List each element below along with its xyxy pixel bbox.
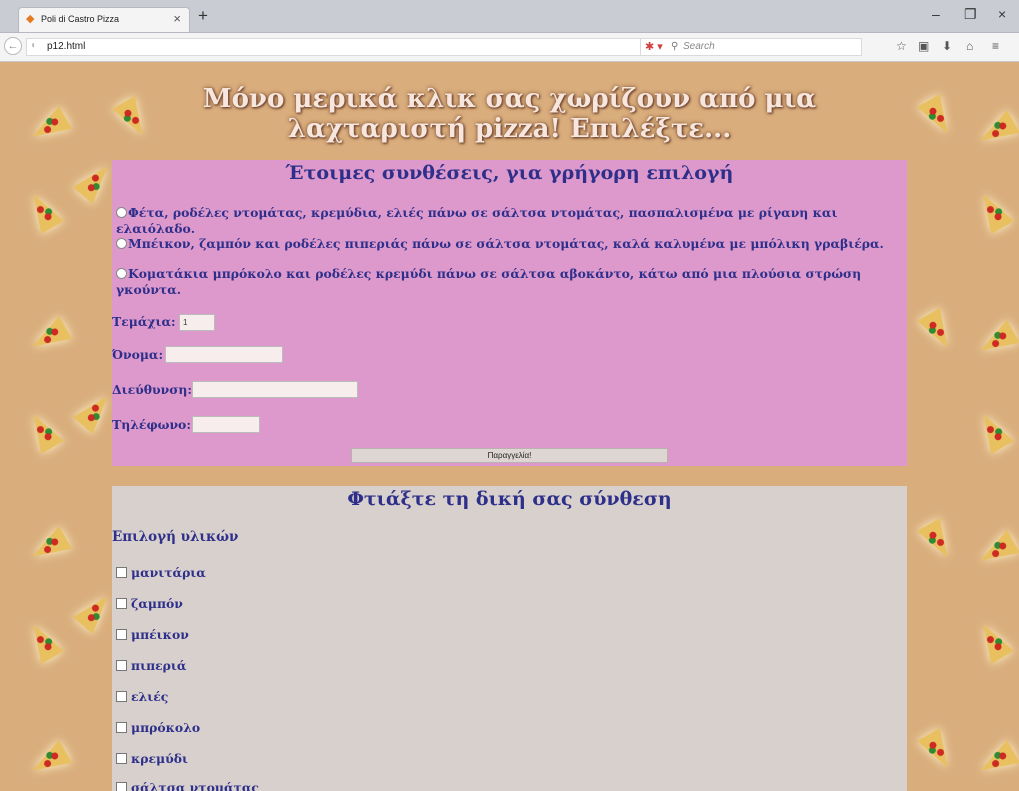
bookmark-star-icon[interactable]: ☆ — [896, 39, 907, 53]
phone-label: Τηλέφωνο: — [112, 417, 191, 432]
pizza-slice-icon — [22, 408, 64, 454]
custom-pizza-heading: Φτιάξτε τη δική σας σύνθεση — [347, 488, 672, 510]
order-button[interactable]: Παραγγελία! — [351, 448, 668, 463]
magnifier-icon: ⚲ — [671, 41, 679, 52]
ingredient-checkbox-item[interactable]: μπέικον — [116, 627, 189, 642]
pizza-slice-icon — [22, 618, 64, 664]
minimize-icon[interactable]: – — [932, 6, 940, 22]
search-engine-icon[interactable]: ✱ ▾ — [645, 40, 663, 53]
ready-pizzas-panel: Έτοιμες συνθέσεις, για γρήγορη επιλογή Φ… — [112, 160, 907, 466]
ingredient-label: μανιτάρια — [131, 565, 206, 580]
pizza-slice-icon — [974, 530, 1019, 572]
pizza-slice-icon — [917, 308, 959, 354]
ingredient-label: ελιές — [131, 689, 169, 704]
tab-strip: ◆ Poli di Castro Pizza × + – ❐ × — [0, 0, 1019, 33]
pizza-slice-icon — [974, 740, 1019, 782]
phone-field[interactable] — [192, 416, 260, 433]
browser-tab[interactable]: ◆ Poli di Castro Pizza × — [18, 7, 190, 32]
address-label: Διεύθυνση: — [112, 382, 192, 397]
pizza-slice-icon — [72, 588, 118, 634]
checkbox[interactable] — [116, 782, 127, 791]
pizza-slice-icon — [26, 106, 72, 148]
pizza-slice-icon — [26, 316, 72, 358]
navigation-bar: ← ◐ p12.html ⟳ ✱ ▾ ⚲ Search ☆ ▣ ⬇ ⌂ ≡ — [0, 33, 1019, 62]
pizza-slice-icon — [972, 618, 1014, 664]
page-title: Μόνο μερικά κλικ σας χωρίζουν από μια λα… — [202, 84, 817, 144]
ingredients-heading: Επιλογή υλικών — [112, 529, 239, 545]
ingredient-checkbox-item[interactable]: σάλτσα ντομάτας — [116, 780, 259, 791]
reading-list-icon[interactable]: ▣ — [918, 39, 929, 53]
pizza-option-2[interactable]: Μπέικον, ζαμπόν και ροδέλες πιπεριάς πάν… — [116, 236, 884, 252]
pizza-slice-icon — [917, 94, 959, 140]
name-field[interactable] — [165, 346, 283, 363]
pieces-label: Τεμάχια: — [112, 314, 176, 329]
radio-button[interactable] — [116, 268, 127, 279]
pizza-slice-icon — [26, 740, 72, 782]
maximize-icon[interactable]: ❐ — [964, 6, 977, 23]
pizza-option-3[interactable]: Κοματάκια μπρόκολο και ροδέλες κρεμύδι π… — [116, 266, 886, 298]
checkbox[interactable] — [116, 567, 127, 578]
close-tab-icon[interactable]: × — [173, 11, 181, 26]
ingredient-checkbox-item[interactable]: ζαμπόν — [116, 596, 183, 611]
custom-pizza-panel: Φτιάξτε τη δική σας σύνθεση Επιλογή υλικ… — [112, 486, 907, 791]
ingredient-label: μπέικον — [131, 627, 189, 642]
checkbox[interactable] — [116, 722, 127, 733]
ingredient-checkbox-item[interactable]: κρεμύδι — [116, 751, 188, 766]
new-tab-icon[interactable]: + — [198, 6, 208, 26]
ingredient-checkbox-item[interactable]: μπρόκολο — [116, 720, 200, 735]
pizza-slice-icon — [22, 188, 64, 234]
pizza-slice-icon — [974, 320, 1019, 362]
pizza-option-label: Φέτα, ροδέλες ντομάτας, κρεμύδια, ελιές … — [116, 205, 838, 236]
pizza-slice-icon — [972, 408, 1014, 454]
pizza-slice-icon — [974, 110, 1019, 152]
pizza-option-label: Κοματάκια μπρόκολο και ροδέλες κρεμύδι π… — [116, 266, 862, 297]
download-icon[interactable]: ⬇ — [942, 39, 952, 53]
home-icon[interactable]: ⌂ — [966, 39, 973, 53]
ready-pizzas-heading: Έτοιμες συνθέσεις, για γρήγορη επιλογή — [285, 162, 734, 184]
checkbox[interactable] — [116, 691, 127, 702]
url-text: p12.html — [47, 41, 86, 52]
checkbox[interactable] — [116, 598, 127, 609]
page-viewport: Μόνο μερικά κλικ σας χωρίζουν από μια λα… — [0, 62, 1019, 791]
ingredient-checkbox-item[interactable]: ελιές — [116, 689, 168, 704]
pizza-slice-icon — [972, 188, 1014, 234]
search-placeholder: Search — [683, 41, 715, 52]
radio-button[interactable] — [116, 207, 127, 218]
pizza-option-1[interactable]: Φέτα, ροδέλες ντομάτας, κρεμύδια, ελιές … — [116, 205, 907, 237]
pizza-slice-icon — [917, 518, 959, 564]
pieces-field[interactable]: 1 — [179, 314, 215, 331]
ingredient-checkbox-item[interactable]: μανιτάρια — [116, 565, 206, 580]
pizza-option-label: Μπέικον, ζαμπόν και ροδέλες πιπεριάς πάν… — [128, 236, 884, 251]
page-info-icon[interactable]: ◐ — [31, 40, 37, 51]
pizza-slice-icon — [26, 526, 72, 568]
ingredient-label: κρεμύδι — [131, 751, 188, 766]
menu-icon[interactable]: ≡ — [992, 39, 999, 53]
ingredient-label: ζαμπόν — [131, 596, 183, 611]
search-input[interactable]: ✱ ▾ ⚲ Search — [640, 38, 862, 56]
radio-button[interactable] — [116, 238, 127, 249]
name-label: Όνομα: — [112, 347, 164, 362]
checkbox[interactable] — [116, 629, 127, 640]
checkbox[interactable] — [116, 660, 127, 671]
pizza-slice-icon — [917, 728, 959, 774]
checkbox[interactable] — [116, 753, 127, 764]
url-bar[interactable]: ◐ p12.html ⟳ — [26, 38, 676, 56]
back-arrow-icon[interactable]: ← — [4, 37, 22, 55]
close-window-icon[interactable]: × — [998, 6, 1006, 22]
ingredient-label: σάλτσα ντομάτας — [131, 780, 259, 791]
ingredient-label: μπρόκολο — [131, 720, 201, 735]
pizza-favicon-icon: ◆ — [26, 13, 35, 25]
ingredient-checkbox-item[interactable]: πιπεριά — [116, 658, 186, 673]
ingredient-label: πιπεριά — [131, 658, 187, 673]
tab-title: Poli di Castro Pizza — [41, 14, 120, 24]
pizza-slice-icon — [72, 158, 118, 204]
pizza-slice-icon — [72, 388, 118, 434]
address-field[interactable] — [192, 381, 358, 398]
